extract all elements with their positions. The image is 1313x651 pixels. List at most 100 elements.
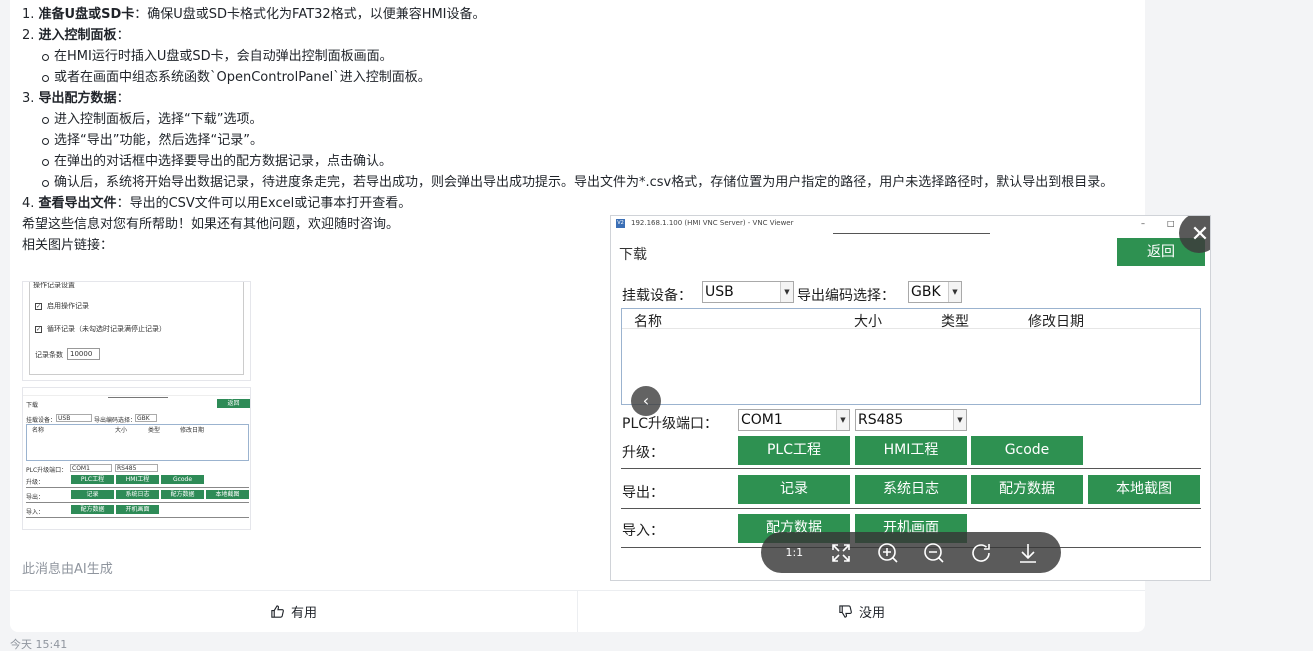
hmi-project-button: HMI工程 xyxy=(855,436,967,465)
plc-port-combo: COM1 ▼ xyxy=(738,409,850,431)
mini-recipe-button: 配方数据 xyxy=(161,490,204,499)
upgrade-label: 升级： xyxy=(622,445,664,461)
mini-port-label: PLC升级端口： xyxy=(26,467,68,474)
mini-proto-combo: RS485 xyxy=(115,464,158,472)
mini-title: 下载 xyxy=(26,402,39,409)
dropdown-arrow-icon: ▼ xyxy=(836,410,849,430)
bullet-item: 或者在画面中组态系统函数`OpenControlPanel`进入控制面板。 xyxy=(42,67,1132,88)
expand-icon xyxy=(832,543,850,562)
mini-col: 名称 xyxy=(32,427,45,434)
maximize-icon: □ xyxy=(1167,219,1175,228)
mini-mount-combo: USB xyxy=(56,414,92,422)
actual-size-icon: 1:1 xyxy=(785,546,804,559)
related-image-thumbnail-1[interactable]: 操作记录设置 ✓ 启用操作记录 ✓ 循环记录（未勾选时记录满停止记录） 记录条数… xyxy=(22,281,251,381)
record-button: 记录 xyxy=(738,475,850,504)
mini-upgrade-label: 升级： xyxy=(26,479,45,486)
useless-button[interactable]: 没用 xyxy=(577,591,1145,632)
mini-screenshot-button: 本地截图 xyxy=(206,490,249,499)
download-button[interactable] xyxy=(1015,540,1041,566)
mini-col: 大小 xyxy=(115,427,128,434)
plc-project-button: PLC工程 xyxy=(738,436,850,465)
previous-image-button[interactable]: ‹ xyxy=(631,386,661,416)
fullscreen-button[interactable] xyxy=(828,540,854,566)
ai-generated-note: 此消息由AI生成 xyxy=(22,562,113,577)
mini-import-label: 导入： xyxy=(26,509,45,516)
step-text: ：确保U盘或SD卡格式化为FAT32格式，以便兼容HMI设备。 xyxy=(134,7,486,22)
useless-label: 没用 xyxy=(858,606,885,621)
mini-boot-button: 开机画面 xyxy=(116,505,159,514)
close-icon: ✕ xyxy=(1190,222,1210,247)
vnc-window-title: 192.168.1.100 (HMI VNC Server) - VNC Vie… xyxy=(631,219,794,227)
combo-value: GBK xyxy=(911,284,941,300)
step-3-bullets: 进入控制面板后，选择“下载”选项。 选择“导出”功能，然后选择“记录”。 在弹出… xyxy=(22,109,1132,193)
rotate-button[interactable] xyxy=(968,540,994,566)
step-text: ： xyxy=(116,28,130,43)
thumbs-up-icon xyxy=(271,605,284,618)
gcode-button: Gcode xyxy=(971,436,1083,465)
combo-value: COM1 xyxy=(741,412,783,428)
actual-size-button[interactable]: 1:1 xyxy=(781,540,807,566)
count-label: 记录条数 xyxy=(35,351,63,359)
export-encoding-label: 导出编码选择： xyxy=(797,288,895,304)
image-preview: V2 192.168.1.100 (HMI VNC Server) - VNC … xyxy=(610,215,1211,581)
useful-label: 有用 xyxy=(290,606,317,621)
plc-protocol-combo: RS485 ▼ xyxy=(855,409,967,431)
divider xyxy=(621,508,1201,509)
download-icon xyxy=(1019,543,1036,563)
vnc-app-icon: V2 xyxy=(616,219,625,228)
mini-export-label: 导出： xyxy=(26,494,45,501)
checkbox-icon: ✓ xyxy=(35,326,42,333)
step-number: 4. xyxy=(22,196,35,211)
mini-syslog-button: 系统日志 xyxy=(116,490,159,499)
step-number: 2. xyxy=(22,28,35,43)
step-4: 4. 查看导出文件：导出的CSV文件可以用Excel或记事本打开查看。 xyxy=(22,193,1132,214)
count-spinner: 10000 xyxy=(67,348,100,360)
step-1: 1. 准备U盘或SD卡：确保U盘或SD卡格式化为FAT32格式，以便兼容HMI设… xyxy=(22,4,1132,25)
mini-enc-label: 导出编码选择： xyxy=(94,417,137,424)
divider xyxy=(621,468,1201,469)
mini-back-button: 返回 xyxy=(217,399,250,408)
group-title: 操作记录设置 xyxy=(31,281,77,290)
step-3: 3. 导出配方数据： xyxy=(22,88,1132,109)
related-image-thumbnail-2[interactable]: 下载 返回 挂载设备： USB 导出编码选择： GBK 名称 大小 类型 修改日… xyxy=(22,387,251,530)
step-title: 导出配方数据 xyxy=(38,91,117,106)
step-number: 3. xyxy=(22,91,35,106)
mini-enc-combo: GBK xyxy=(135,414,157,422)
rotate-icon xyxy=(972,543,990,562)
combo-value: USB xyxy=(705,284,734,300)
col-name: 名称 xyxy=(634,314,662,330)
dropdown-arrow-icon: ▼ xyxy=(780,282,793,302)
zoom-in-button[interactable] xyxy=(875,540,901,566)
col-date: 修改日期 xyxy=(1028,314,1084,330)
mini-col: 修改日期 xyxy=(180,427,205,434)
plc-port-label: PLC升级端口： xyxy=(622,416,719,432)
mount-device-combo: USB ▼ xyxy=(702,281,794,303)
minimize-icon: – xyxy=(1141,219,1145,228)
zoom-out-icon xyxy=(924,542,944,563)
dropdown-arrow-icon: ▼ xyxy=(948,282,961,302)
title-divider xyxy=(833,233,990,234)
dropdown-arrow-icon: ▼ xyxy=(953,410,966,430)
image-toolbar: 1:1 xyxy=(761,532,1061,573)
checkbox-label: 循环记录（未勾选时记录满停止记录） xyxy=(47,325,166,333)
bullet-item: 在弹出的对话框中选择要导出的配方数据记录，点击确认。 xyxy=(42,151,1132,172)
mount-device-label: 挂载设备： xyxy=(622,288,692,304)
export-label: 导出： xyxy=(622,485,664,501)
export-encoding-combo: GBK ▼ xyxy=(908,281,962,303)
feedback-bar: 有用 没用 xyxy=(10,590,1145,632)
bullet-item: 选择“导出”功能，然后选择“记录”。 xyxy=(42,130,1132,151)
hmi-page-title: 下载 xyxy=(619,247,647,263)
checkbox-icon: ✓ xyxy=(35,303,42,310)
file-list-header: 名称 大小 类型 修改日期 xyxy=(622,309,1200,330)
step-text: ： xyxy=(116,91,130,106)
thumbs-down-icon xyxy=(839,605,852,618)
message-timestamp: 今天 15:41 xyxy=(10,638,68,651)
mini-hmi-button: HMI工程 xyxy=(116,475,159,484)
recipe-data-button: 配方数据 xyxy=(971,475,1083,504)
zoom-out-button[interactable] xyxy=(921,540,947,566)
step-title: 查看导出文件 xyxy=(38,196,117,211)
zoom-in-icon xyxy=(877,542,898,563)
mini-col: 类型 xyxy=(148,427,161,434)
useful-button[interactable]: 有用 xyxy=(10,591,577,632)
mini-port-combo: COM1 xyxy=(70,464,112,472)
